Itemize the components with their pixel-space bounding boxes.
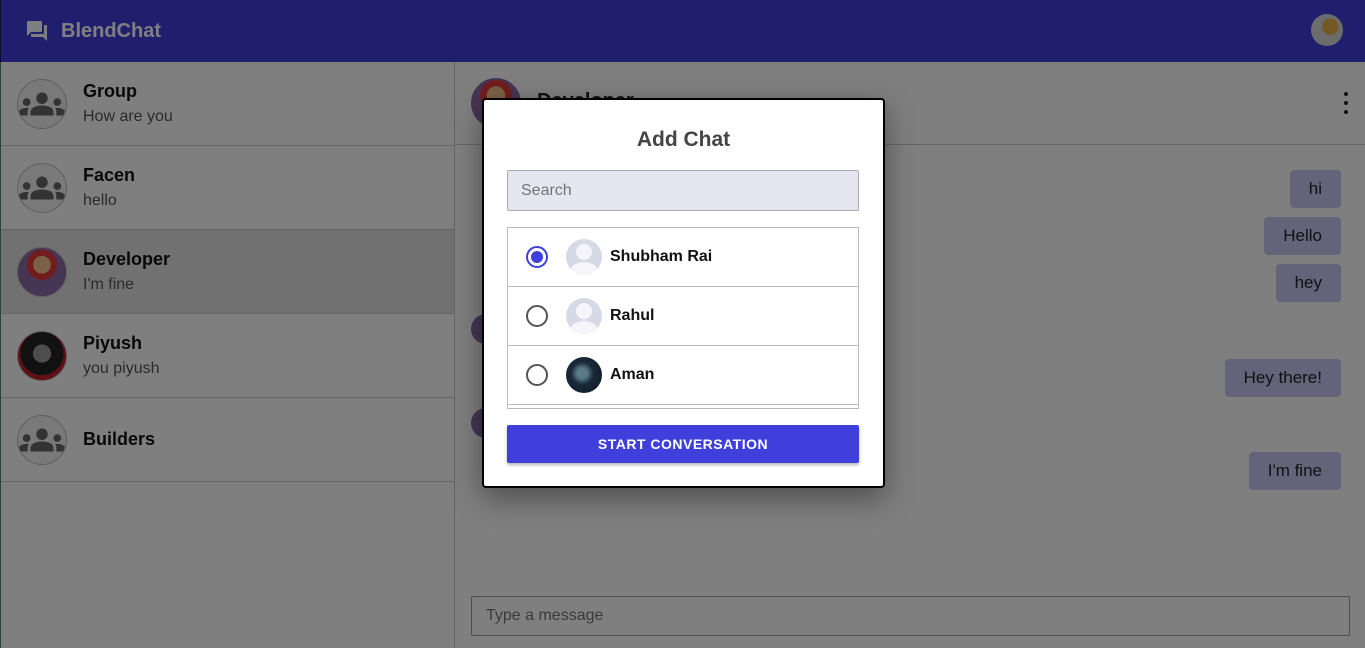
radio-button[interactable] (526, 305, 548, 327)
add-chat-dialog: Add Chat Shubham Rai Rahul Aman START CO… (482, 98, 885, 488)
user-photo-avatar (566, 357, 602, 393)
default-user-avatar (566, 239, 602, 275)
user-name: Aman (610, 366, 655, 383)
dialog-title: Add Chat (636, 128, 731, 151)
start-conversation-button[interactable]: START CONVERSATION (507, 425, 859, 463)
user-name: Rahul (610, 307, 655, 324)
search-input[interactable] (507, 170, 859, 211)
user-option-shubham-rai[interactable]: Shubham Rai (508, 228, 858, 287)
user-list: Shubham Rai Rahul Aman (507, 227, 859, 409)
radio-button[interactable] (526, 246, 548, 268)
user-name: Shubham Rai (610, 248, 713, 265)
user-option-rahul[interactable]: Rahul (508, 287, 858, 346)
radio-button[interactable] (526, 364, 548, 386)
default-user-avatar (566, 298, 602, 334)
user-option-aman[interactable]: Aman (508, 346, 858, 405)
